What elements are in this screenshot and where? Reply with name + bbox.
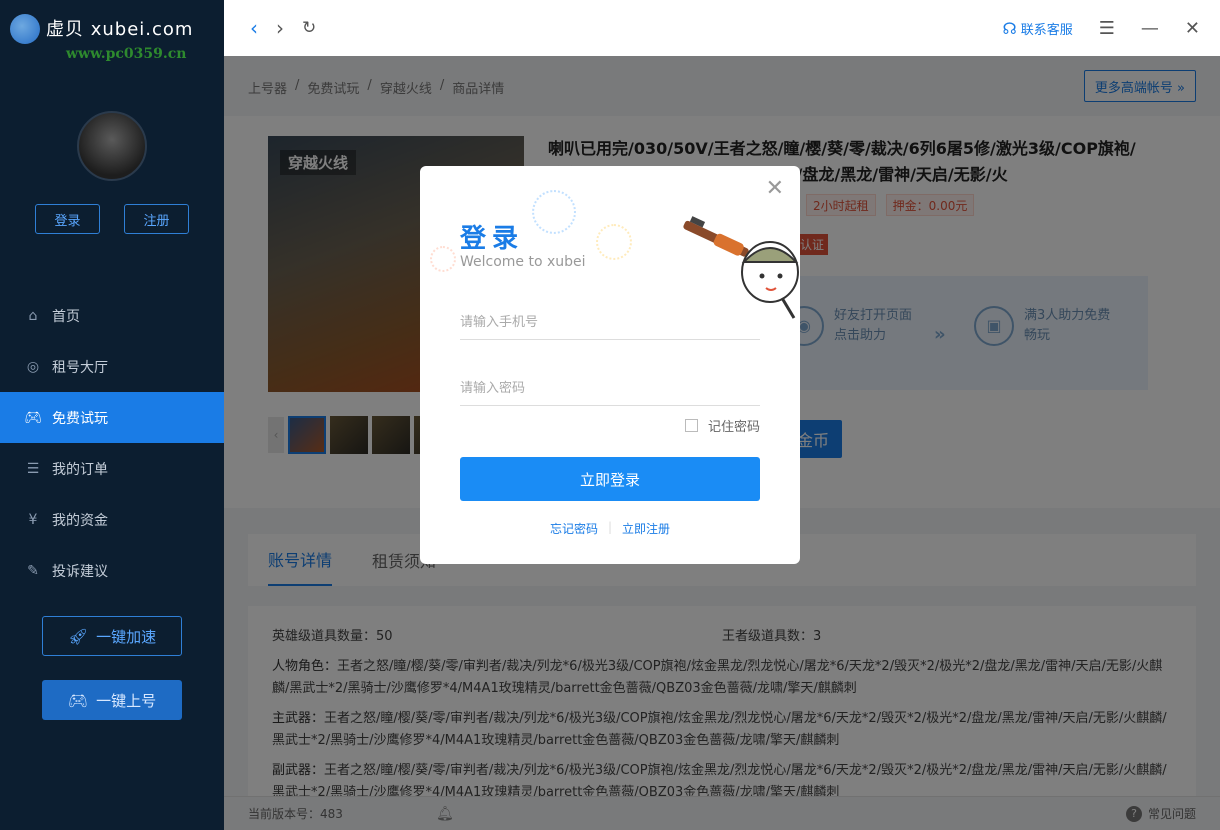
modal-subtitle: Welcome to xubei xyxy=(460,254,586,270)
firework-decoration xyxy=(532,190,576,234)
quick-login-label: 一键上号 xyxy=(96,691,157,710)
sidebar-item-label: 我的订单 xyxy=(52,461,108,478)
firework-decoration xyxy=(430,246,456,272)
top-bar: ‹ › ↻ ☊ 联系客服 ☰ — ✕ xyxy=(224,0,1220,56)
support-button[interactable]: ☊ 联系客服 xyxy=(1003,19,1073,38)
wallet-icon: ¥ xyxy=(28,511,38,528)
modal-title: 登录 xyxy=(460,224,525,254)
firework-decoration xyxy=(596,224,632,260)
sidebar-item-label: 租号大厅 xyxy=(52,359,108,376)
lobby-icon: ◎ xyxy=(26,358,40,375)
sidebar-item-home[interactable]: ⌂ 首页 xyxy=(0,290,224,341)
headset-icon: ☊ xyxy=(1002,18,1017,38)
refresh-icon[interactable]: ↻ xyxy=(302,18,316,38)
support-label: 联系客服 xyxy=(1020,22,1073,38)
sidebar: 虚贝 xubei.com www.pc0359.cn 登录 注册 ⌂ 首页 ◎ … xyxy=(0,0,224,830)
rocket-icon: 🚀︎ xyxy=(67,626,89,646)
speed-up-button[interactable]: 🚀︎ 一键加速 xyxy=(42,616,182,656)
sidebar-item-label: 我的资金 xyxy=(52,512,108,529)
login-modal: ✕ 登录 Welcome to xubei 记住密码 立即登录 忘记密码 | 立… xyxy=(420,166,800,564)
gamepad-icon: 🎮︎ xyxy=(67,690,89,710)
watermark: www.pc0359.cn xyxy=(66,46,187,62)
sidebar-login-button[interactable]: 登录 xyxy=(35,204,100,234)
password-input[interactable] xyxy=(460,372,760,406)
sidebar-item-free-trial[interactable]: 🎮︎ 免费试玩 xyxy=(0,392,224,443)
gamepad-icon: 🎮︎ xyxy=(24,409,42,426)
sidebar-item-feedback[interactable]: ✎ 投诉建议 xyxy=(0,545,224,596)
quick-login-button[interactable]: 🎮︎ 一键上号 xyxy=(42,680,182,720)
speed-up-label: 一键加速 xyxy=(96,627,157,646)
sidebar-item-label: 首页 xyxy=(52,308,80,325)
close-window-icon[interactable]: ✕ xyxy=(1185,18,1200,39)
link-separator: | xyxy=(607,520,613,534)
remember-checkbox[interactable] xyxy=(684,419,698,432)
phone-input[interactable] xyxy=(460,306,760,340)
minimize-icon[interactable]: — xyxy=(1141,18,1159,39)
logo-text: 虚贝 xubei.com xyxy=(46,19,194,40)
sidebar-item-orders[interactable]: ☰ 我的订单 xyxy=(0,443,224,494)
remember-password[interactable]: 记住密码 xyxy=(684,416,760,435)
sidebar-item-funds[interactable]: ¥ 我的资金 xyxy=(0,494,224,545)
logo-icon xyxy=(10,14,40,44)
order-icon: ☰ xyxy=(26,460,40,477)
login-button[interactable]: 立即登录 xyxy=(460,457,760,501)
feedback-icon: ✎ xyxy=(27,562,39,579)
home-icon: ⌂ xyxy=(28,307,38,324)
forward-icon[interactable]: › xyxy=(276,16,284,40)
sidebar-nav: ⌂ 首页 ◎ 租号大厅 🎮︎ 免费试玩 ☰ 我的订单 ¥ 我的资金 ✎ 投诉建议 xyxy=(0,290,224,596)
back-icon[interactable]: ‹ xyxy=(250,16,258,40)
remember-label: 记住密码 xyxy=(707,420,760,435)
sidebar-register-button[interactable]: 注册 xyxy=(124,204,189,234)
close-icon[interactable]: ✕ xyxy=(766,178,784,200)
sidebar-item-lobby[interactable]: ◎ 租号大厅 xyxy=(0,341,224,392)
sidebar-item-label: 免费试玩 xyxy=(52,410,108,427)
register-link[interactable]: 立即注册 xyxy=(622,520,670,537)
forgot-password-link[interactable]: 忘记密码 xyxy=(550,520,598,537)
sidebar-item-label: 投诉建议 xyxy=(52,563,108,580)
menu-icon[interactable]: ☰ xyxy=(1099,18,1115,39)
avatar[interactable] xyxy=(77,111,147,181)
app-logo: 虚贝 xubei.com www.pc0359.cn xyxy=(0,0,224,62)
